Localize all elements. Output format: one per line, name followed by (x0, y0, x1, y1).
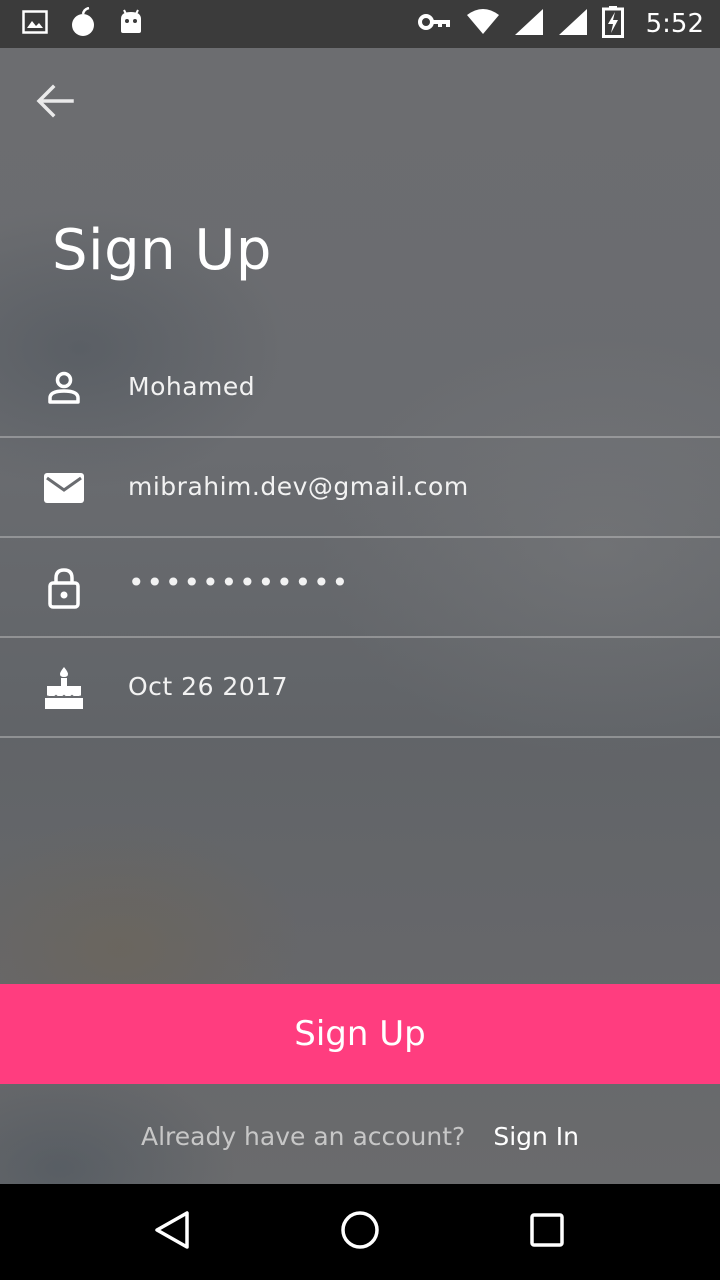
lock-icon (40, 568, 88, 609)
image-icon (22, 10, 48, 38)
nav-recents-button[interactable] (517, 1202, 577, 1262)
signal-icon (514, 8, 544, 40)
signin-prompt: Already have an account? Sign In (0, 1110, 720, 1162)
status-right: 5:52 (417, 6, 704, 42)
name-input[interactable]: Mohamed (128, 372, 255, 401)
arrow-back-icon (36, 84, 74, 122)
nav-back-button[interactable] (143, 1202, 203, 1262)
system-nav-bar (0, 1184, 720, 1280)
password-field[interactable]: •••••••••••• (0, 538, 720, 638)
status-time: 5:52 (645, 9, 704, 39)
back-button[interactable] (30, 80, 80, 126)
birthday-field[interactable]: Oct 26 2017 (0, 638, 720, 738)
name-field[interactable]: Mohamed (0, 338, 720, 438)
birthday-input[interactable]: Oct 26 2017 (128, 672, 288, 701)
vpn-key-icon (417, 12, 452, 36)
wifi-icon (466, 9, 500, 39)
apple-notification-icon (70, 6, 96, 41)
signup-form: Mohamed mibrahim.dev@gmail.com •••••••••… (0, 338, 720, 738)
signin-question: Already have an account? (140, 1121, 466, 1151)
nav-home-button[interactable] (330, 1202, 390, 1262)
cake-icon (40, 667, 88, 709)
email-field[interactable]: mibrahim.dev@gmail.com (0, 438, 720, 538)
status-left (22, 6, 144, 41)
recents-square-icon (529, 1212, 565, 1252)
password-input[interactable]: •••••••••••• (128, 566, 350, 599)
battery-charging-icon (601, 6, 624, 42)
email-input[interactable]: mibrahim.dev@gmail.com (128, 472, 469, 501)
status-bar: 5:52 (0, 0, 720, 48)
back-triangle-icon (153, 1210, 193, 1254)
mail-icon (40, 468, 88, 508)
page-title: Sign Up (52, 218, 272, 283)
person-icon (40, 368, 88, 408)
signup-button[interactable]: Sign Up (0, 984, 720, 1084)
signal-icon (558, 8, 588, 40)
home-circle-icon (340, 1210, 380, 1254)
signin-link[interactable]: Sign In (493, 1122, 579, 1151)
android-icon (118, 9, 144, 39)
